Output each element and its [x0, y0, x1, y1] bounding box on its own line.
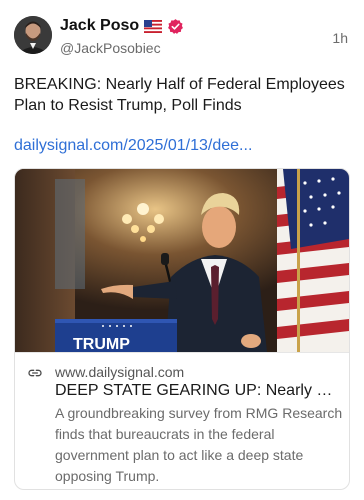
author-handle[interactable]: @JackPosobiec: [60, 40, 161, 56]
card-title[interactable]: DEEP STATE GEARING UP: Nearly Half...: [55, 381, 341, 401]
card-thumbnail-image: TRUMP: [15, 169, 349, 352]
card-description: A groundbreaking survey from RMG Researc…: [55, 405, 343, 484]
card-domain[interactable]: www.dailysignal.com: [55, 363, 184, 381]
social-post: Jack Poso @JackPosobiec 1h BREAKING: Nea…: [0, 0, 364, 500]
podium-sign-text: TRUMP: [73, 336, 130, 352]
link-preview-card[interactable]: TRUMP www.dailysignal.com DEEP STATE GEA…: [14, 168, 350, 490]
avatar-image: [14, 16, 52, 54]
card-body: www.dailysignal.com DEEP STATE GEARING U…: [15, 352, 349, 484]
post-timestamp[interactable]: 1h: [332, 30, 348, 46]
avatar[interactable]: [14, 16, 52, 54]
author-display-name[interactable]: Jack Poso: [60, 16, 139, 36]
verified-badge-icon: [168, 18, 184, 34]
post-link[interactable]: dailysignal.com/2025/01/13/dee...: [14, 136, 252, 156]
post-text: BREAKING: Nearly Half of Federal Employe…: [14, 76, 345, 114]
author-name-row[interactable]: Jack Poso: [60, 16, 184, 36]
us-flag-icon: [144, 19, 163, 33]
link-icon: [28, 369, 42, 377]
